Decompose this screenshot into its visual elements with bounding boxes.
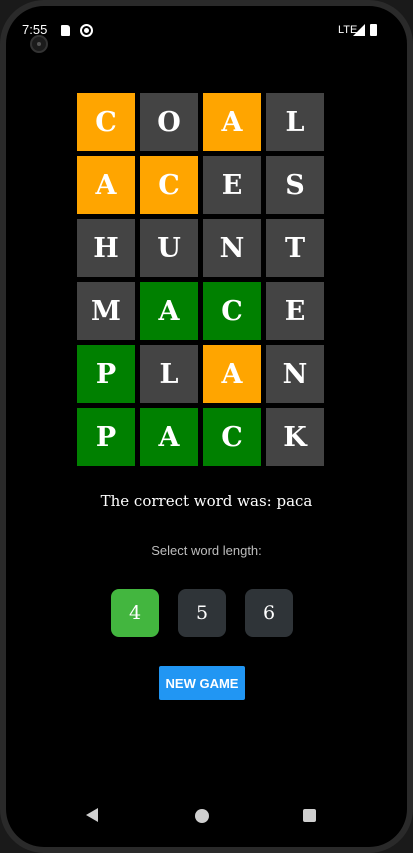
- letter-tile: A: [203, 345, 261, 403]
- letter-tile: N: [203, 219, 261, 277]
- letter-tile: S: [266, 156, 324, 214]
- signal-icon: [353, 24, 365, 36]
- camera-cutout: [30, 35, 48, 53]
- letter-tile: C: [203, 282, 261, 340]
- sync-icon: [80, 24, 93, 37]
- letter-tile: N: [266, 345, 324, 403]
- letter-tile: P: [77, 408, 135, 466]
- letter-tile: H: [77, 219, 135, 277]
- word-length-4-button[interactable]: 4: [111, 589, 159, 637]
- letter-tile: P: [77, 345, 135, 403]
- sd-card-icon: [61, 25, 70, 36]
- letter-tile: A: [140, 282, 198, 340]
- letter-tile: C: [77, 93, 135, 151]
- letter-tile: C: [140, 156, 198, 214]
- letter-tile: U: [140, 219, 198, 277]
- letter-tile: C: [203, 408, 261, 466]
- letter-tile: M: [77, 282, 135, 340]
- letter-tile: O: [140, 93, 198, 151]
- status-bar: 7:55 LTE: [6, 6, 407, 53]
- word-length-5-button[interactable]: 5: [178, 589, 226, 637]
- word-length-6-button[interactable]: 6: [245, 589, 293, 637]
- letter-tile: E: [266, 282, 324, 340]
- correct-word-text: The correct word was: paca: [100, 492, 313, 510]
- word-length-prompt: Select word length:: [151, 543, 262, 558]
- screen: 7:55 LTE COALACESHUNTMACEPLANPACK The co…: [6, 6, 407, 847]
- letter-tile: T: [266, 219, 324, 277]
- new-game-button[interactable]: NEW GAME: [159, 666, 245, 700]
- phone-frame: 7:55 LTE COALACESHUNTMACEPLANPACK The co…: [0, 0, 413, 853]
- letter-tile: A: [203, 93, 261, 151]
- battery-icon: [370, 24, 377, 36]
- letter-tile: K: [266, 408, 324, 466]
- home-icon[interactable]: [195, 809, 209, 823]
- guess-board: COALACESHUNTMACEPLANPACK: [77, 93, 324, 466]
- letter-tile: E: [203, 156, 261, 214]
- letter-tile: A: [77, 156, 135, 214]
- recents-icon[interactable]: [303, 809, 316, 822]
- letter-tile: L: [266, 93, 324, 151]
- back-icon[interactable]: [86, 808, 98, 822]
- letter-tile: A: [140, 408, 198, 466]
- letter-tile: L: [140, 345, 198, 403]
